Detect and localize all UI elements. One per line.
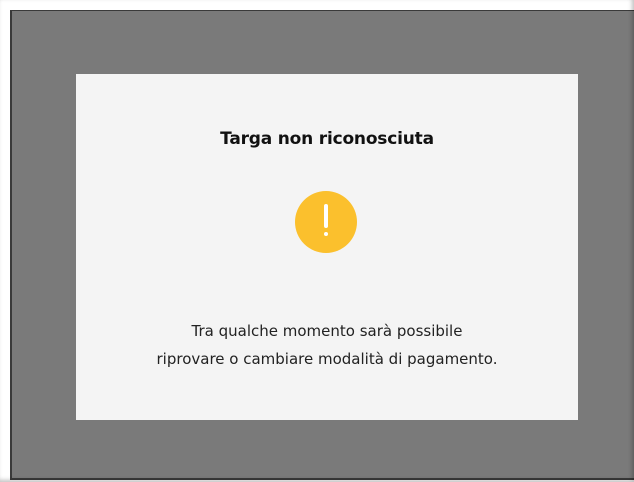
window-frame: Targa non riconosciuta Tra qualche momen…: [0, 0, 634, 482]
warning-icon: [295, 191, 357, 253]
exclamation-dot: [324, 232, 328, 236]
dialog-message: Tra qualche momento sarà possibile ripro…: [76, 317, 578, 373]
exclamation-bar: [324, 204, 328, 228]
message-line-2: riprovare o cambiare modalità di pagamen…: [156, 350, 498, 368]
modal-overlay: Targa non riconosciuta Tra qualche momen…: [10, 10, 634, 480]
dialog-title: Targa non riconosciuta: [220, 129, 434, 149]
alert-dialog: Targa non riconosciuta Tra qualche momen…: [76, 74, 578, 420]
message-line-1: Tra qualche momento sarà possibile: [191, 322, 463, 340]
